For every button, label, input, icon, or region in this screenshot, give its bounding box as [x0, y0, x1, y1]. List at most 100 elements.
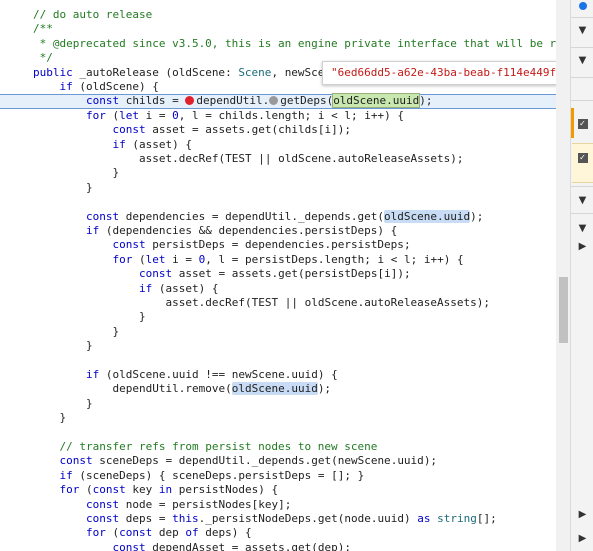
- code-line[interactable]: [0, 426, 556, 440]
- current-execution-line[interactable]: const childs = dependUtil. getDeps(oldSce…: [0, 93, 556, 109]
- code-token: persistDeps: [244, 252, 318, 266]
- code-line[interactable]: asset.decRef(TEST || oldScene.autoReleas…: [0, 296, 556, 310]
- code-line[interactable]: [0, 195, 556, 209]
- code-token: oldScene.uuid: [384, 209, 471, 223]
- code-token: .: [331, 152, 338, 165]
- code-token: = []; }: [317, 468, 365, 482]
- vertical-scrollbar[interactable]: [556, 0, 570, 551]
- code-token: i: [377, 252, 391, 266]
- code-line[interactable]: if (oldScene.uuid !== newScene.uuid) {: [0, 368, 556, 382]
- code-token: for: [59, 483, 86, 497]
- scrollbar-thumb[interactable]: [559, 277, 568, 343]
- code-token: const: [85, 209, 126, 223]
- code-token: let: [119, 108, 146, 122]
- checkbox-icon[interactable]: ✓: [571, 112, 593, 136]
- code-line[interactable]: if (asset) {: [0, 138, 556, 152]
- inline-breakpoint-icon[interactable]: [269, 96, 279, 106]
- code-token: asset: [165, 296, 199, 309]
- code-line[interactable]: * @deprecated since v3.5.0, this is an e…: [0, 37, 556, 51]
- code-token: length: [264, 108, 305, 122]
- code-token: <: [390, 252, 404, 266]
- code-line[interactable]: /**: [0, 22, 556, 36]
- checkbox-icon[interactable]: ✓: [571, 146, 593, 170]
- code-token: for: [112, 252, 139, 266]
- code-token: oldScene: [86, 80, 139, 93]
- code-line[interactable]: const sceneDeps = dependUtil._depends.ge…: [0, 454, 556, 468]
- info-icon[interactable]: [571, 0, 593, 12]
- code-token: _depends: [251, 454, 305, 468]
- code-token: }: [33, 411, 67, 425]
- code-token: ]);: [331, 123, 351, 137]
- code-line[interactable]: }: [0, 310, 556, 324]
- code-line[interactable]: }: [0, 411, 556, 425]
- code-token: ) {: [231, 526, 252, 540]
- code-token: ) {: [145, 468, 173, 482]
- chevron-right-icon[interactable]: ▶: [571, 234, 593, 258]
- code-token: }: [33, 310, 146, 324]
- chevron-down-icon[interactable]: ▼: [571, 188, 593, 212]
- code-token: ) {: [377, 224, 398, 237]
- code-token: (: [138, 252, 146, 266]
- code-line[interactable]: [0, 354, 556, 368]
- chevron-down-icon[interactable]: ▼: [571, 18, 593, 42]
- code-token: autoReleaseAssets: [364, 296, 477, 309]
- code-token: =: [211, 209, 226, 223]
- code-token: getDeps: [280, 94, 327, 108]
- code-line[interactable]: for (let i = 0, l = childs.length; i < l…: [0, 109, 556, 123]
- code-token: :: [225, 65, 239, 79]
- code-line[interactable]: }: [0, 181, 556, 195]
- chevron-right-icon[interactable]: ▶: [571, 526, 593, 550]
- code-line[interactable]: if (sceneDeps) { sceneDeps.persistDeps =…: [0, 469, 556, 483]
- breakpoint-icon[interactable]: [185, 96, 195, 106]
- code-token: =: [165, 454, 179, 468]
- code-line[interactable]: // do auto release: [0, 8, 556, 22]
- code-line[interactable]: const dependencies = dependUtil._depends…: [0, 209, 556, 224]
- code-line[interactable]: }: [0, 339, 556, 353]
- code-line[interactable]: const asset = assets.get(childs[i]);: [0, 123, 556, 137]
- code-token: (: [79, 80, 86, 93]
- code-token: =: [158, 497, 173, 511]
- code-token: remove: [185, 382, 226, 396]
- code-line[interactable]: const asset = assets.get(persistDeps[i])…: [0, 267, 556, 281]
- code-line[interactable]: dependUtil.remove(oldScene.uuid);: [0, 382, 556, 396]
- code-token: l: [191, 108, 206, 122]
- code-token: let: [145, 252, 173, 266]
- code-token: (: [79, 468, 86, 482]
- code-token: childs: [125, 94, 173, 108]
- code-token: newSce: [284, 65, 325, 79]
- code-line[interactable]: // transfer refs from persist nodes to n…: [0, 440, 556, 454]
- code-token: ]);: [390, 267, 411, 281]
- code-token: .: [244, 123, 252, 137]
- chevron-right-icon[interactable]: ▶: [571, 502, 593, 526]
- code-token: ||: [284, 296, 305, 309]
- code-token: sceneDeps: [86, 468, 146, 482]
- code-line[interactable]: }: [0, 397, 556, 411]
- code-token: asset: [152, 123, 192, 137]
- code-token: asset: [165, 281, 199, 295]
- code-line[interactable]: }: [0, 325, 556, 339]
- code-token: uuid: [397, 454, 424, 468]
- code-line[interactable]: asset.decRef(TEST || oldScene.autoReleas…: [0, 152, 556, 166]
- code-token: persistDeps: [304, 224, 378, 237]
- code-token: ;: [410, 252, 424, 266]
- code-line[interactable]: const deps = this._persistNodeDeps.get(n…: [0, 512, 556, 526]
- code-line[interactable]: if (asset) {: [0, 282, 556, 296]
- code-line[interactable]: for (let i = 0, l = persistDeps.length; …: [0, 253, 556, 267]
- code-token: // do auto release: [33, 8, 153, 21]
- code-line[interactable]: }: [0, 166, 556, 180]
- code-line[interactable]: const node = persistNodes[key];: [0, 498, 556, 512]
- code-token: &&: [198, 224, 219, 237]
- code-line[interactable]: if (dependencies && dependencies.persist…: [0, 224, 556, 238]
- code-line[interactable]: for (const dep of deps) {: [0, 526, 556, 540]
- code-line[interactable]: const dependAsset = assets.get(dep);: [0, 541, 556, 551]
- code-line[interactable]: const persistDeps = dependencies.persist…: [0, 238, 556, 252]
- chevron-down-icon[interactable]: ▼: [571, 48, 593, 72]
- code-token: if: [59, 80, 80, 93]
- code-token: i: [317, 108, 332, 122]
- code-line[interactable]: for (const key in persistNodes) {: [0, 483, 556, 497]
- code-token: dependUtil: [112, 382, 179, 396]
- code-token: get: [311, 454, 332, 468]
